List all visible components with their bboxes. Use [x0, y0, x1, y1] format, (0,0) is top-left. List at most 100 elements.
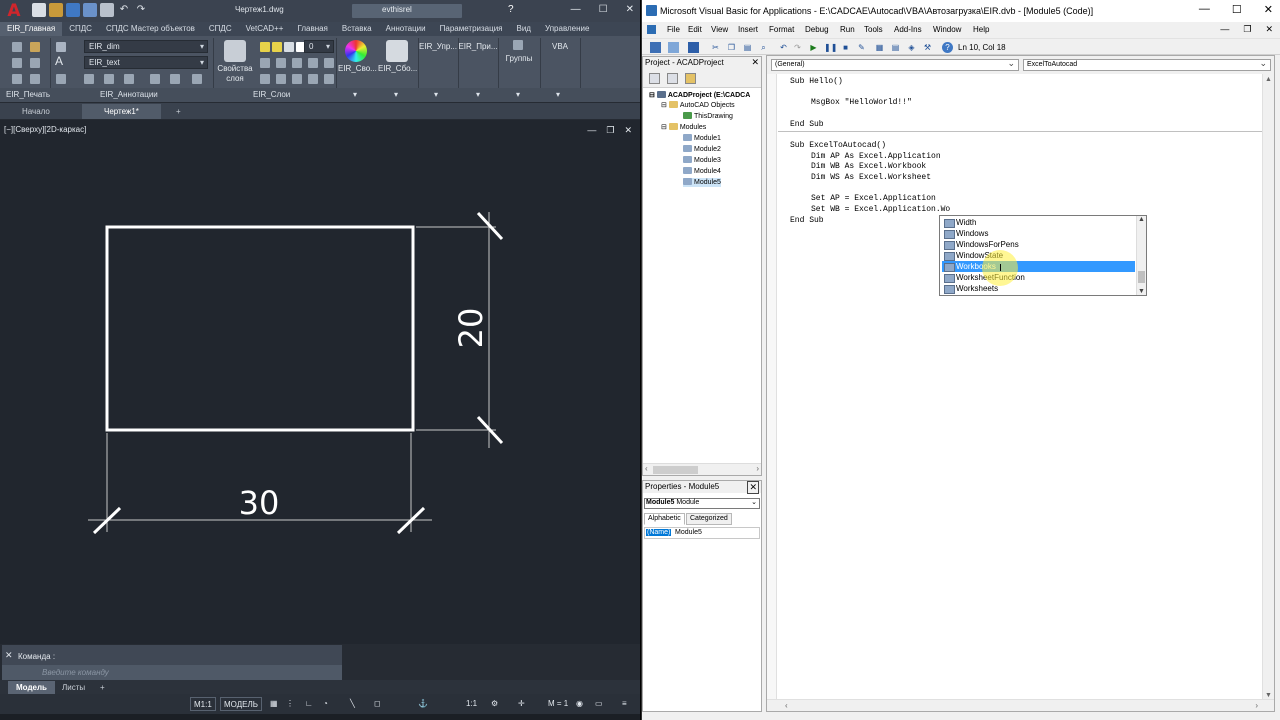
- ortho-icon[interactable]: ∟: [305, 697, 313, 711]
- project-explorer-icon[interactable]: ▦: [874, 42, 885, 53]
- annotation-monitor[interactable]: М = 1: [548, 697, 568, 711]
- redo-icon[interactable]: ↷: [792, 42, 803, 53]
- panel-label-annotations[interactable]: EIR_Аннотации: [100, 90, 158, 99]
- close-icon[interactable]: ✕: [751, 57, 759, 68]
- panel-expand-icon[interactable]: ▾: [556, 90, 560, 99]
- panel-label-layers[interactable]: EIR_Слои: [253, 90, 290, 99]
- panel-expand-icon[interactable]: ▾: [434, 90, 438, 99]
- model-space-toggle[interactable]: МОДЕЛЬ: [220, 697, 262, 711]
- add-tab-button[interactable]: +: [168, 104, 189, 119]
- view-host-icon[interactable]: [650, 42, 661, 53]
- layer-properties-button[interactable]: Свойства слоя: [214, 64, 256, 84]
- panel-expand-icon[interactable]: ▾: [394, 90, 398, 99]
- horizontal-scrollbar[interactable]: ‹ ›: [767, 699, 1274, 711]
- eir-pri-button[interactable]: EIR_При...: [458, 42, 498, 52]
- layer-tool-icon[interactable]: [260, 58, 270, 68]
- plus-icon[interactable]: ✛: [518, 697, 525, 711]
- tab-categorized[interactable]: Categorized: [686, 513, 732, 525]
- close-icon[interactable]: ✕: [626, 4, 634, 15]
- list-item[interactable]: Worksheets: [942, 283, 1135, 294]
- menu-app-icon[interactable]: [647, 25, 656, 34]
- minimize-icon[interactable]: —: [1199, 3, 1210, 16]
- cut-icon[interactable]: ✂: [710, 42, 721, 53]
- scroll-thumb[interactable]: [1138, 271, 1145, 283]
- code-line[interactable]: End Sub: [790, 216, 824, 225]
- menu-debug[interactable]: Debug: [805, 25, 829, 34]
- tree-node-root[interactable]: ⊟ ACADProject (E:\CADCA: [649, 91, 750, 100]
- dimstyle-combo[interactable]: EIR_dim: [84, 40, 208, 53]
- panel-expand-icon[interactable]: ▾: [476, 90, 480, 99]
- code-line[interactable]: Dim WB As Excel.Workbook: [811, 162, 926, 171]
- paste-icon[interactable]: ▤: [742, 42, 753, 53]
- menu-window[interactable]: Window: [933, 25, 961, 34]
- ribbon-tab[interactable]: EIR_Главная: [0, 22, 63, 36]
- tab-alphabetic[interactable]: Alphabetic: [644, 513, 685, 525]
- vba-button[interactable]: VBA: [540, 42, 580, 52]
- insert-module-icon[interactable]: [668, 42, 679, 53]
- layer-tool-icon[interactable]: [324, 74, 334, 84]
- help-icon[interactable]: ?: [508, 4, 514, 15]
- dimension-icon[interactable]: [56, 42, 66, 52]
- ribbon-tab[interactable]: СПДС Мастер объектов: [99, 22, 202, 36]
- menu-icon[interactable]: ≡: [622, 697, 627, 711]
- align-icon[interactable]: [170, 74, 180, 84]
- text-icon[interactable]: A: [55, 55, 63, 67]
- preview-icon[interactable]: [12, 74, 22, 84]
- minimize-icon[interactable]: —: [1220, 24, 1229, 35]
- maximize-icon[interactable]: ☐: [1232, 3, 1242, 16]
- isodraft-icon[interactable]: ╲: [350, 697, 355, 711]
- scroll-left-icon[interactable]: ‹: [785, 701, 788, 710]
- menu-file[interactable]: File: [667, 25, 680, 34]
- save-icon[interactable]: [66, 3, 80, 17]
- design-mode-icon[interactable]: ✎: [856, 42, 867, 53]
- redo-icon[interactable]: ↷: [134, 3, 148, 17]
- group-icon[interactable]: [513, 40, 523, 50]
- color-wheel-icon[interactable]: [345, 40, 367, 62]
- tree-node-module-selected[interactable]: Module5: [683, 178, 721, 187]
- layer-tool-icon[interactable]: [276, 58, 286, 68]
- layer-tool-icon[interactable]: [308, 74, 318, 84]
- menu-edit[interactable]: Edit: [688, 25, 702, 34]
- ribbon-tab[interactable]: СПДС: [202, 22, 239, 36]
- isolate-icon[interactable]: ◉: [576, 697, 583, 711]
- menu-insert[interactable]: Insert: [738, 25, 758, 34]
- ribbon-tab[interactable]: Управление: [538, 22, 596, 36]
- user-name[interactable]: evthisrel: [382, 5, 412, 14]
- drawing-viewport[interactable]: [−][Сверху][2D-каркас] — ❐ ✕ 20 30: [0, 120, 640, 644]
- annotation-scale[interactable]: 1:1: [466, 697, 477, 711]
- ribbon-tab[interactable]: Параметризация: [433, 22, 510, 36]
- object-browser-icon[interactable]: ◈: [906, 42, 917, 53]
- eir-manage-button[interactable]: EIR_Упр...: [418, 42, 458, 52]
- view-code-icon[interactable]: [649, 73, 660, 84]
- osnap-icon[interactable]: ◻: [374, 697, 381, 711]
- ribbon-tab[interactable]: VetCAD++: [239, 22, 291, 36]
- open-icon[interactable]: [49, 3, 63, 17]
- scroll-right-icon[interactable]: ›: [756, 464, 759, 473]
- menu-addins[interactable]: Add-Ins: [894, 25, 922, 34]
- panel-expand-icon[interactable]: ▾: [353, 90, 357, 99]
- list-scrollbar[interactable]: ▲ ▼: [1136, 216, 1146, 295]
- layer-tool-icon[interactable]: [276, 74, 286, 84]
- break-icon[interactable]: [124, 74, 134, 84]
- dim-text-horizontal[interactable]: 30: [239, 484, 280, 522]
- scale-indicator[interactable]: М1:1: [190, 697, 216, 711]
- scroll-thumb[interactable]: [653, 466, 698, 474]
- object-combo[interactable]: Module5 Module ⌄: [644, 498, 760, 509]
- command-input[interactable]: Введите команду: [2, 665, 342, 681]
- add-layout-button[interactable]: +: [92, 681, 113, 694]
- menu-view[interactable]: View: [711, 25, 728, 34]
- ribbon-tab[interactable]: Вставка: [335, 22, 379, 36]
- collect-icon[interactable]: [386, 40, 408, 62]
- ribbon-tab[interactable]: Аннотации: [379, 22, 433, 36]
- layer-properties-icon[interactable]: [224, 40, 246, 62]
- panel-label-print[interactable]: EIR_Печать: [6, 90, 50, 99]
- help-icon[interactable]: ?: [942, 42, 953, 53]
- eir-collect-button[interactable]: EIR_Сбо...: [378, 64, 417, 74]
- hardware-icon[interactable]: ▭: [595, 697, 603, 711]
- code-line[interactable]: MsgBox "HelloWorld!!": [811, 98, 912, 107]
- tree-node-autocad-objects[interactable]: ⊟ AutoCAD Objects: [661, 101, 735, 110]
- code-line[interactable]: Sub ExcelToAutocad(): [790, 141, 886, 150]
- close-icon[interactable]: ✕: [1265, 24, 1273, 35]
- scroll-down-icon[interactable]: ▼: [1265, 692, 1272, 699]
- bulb-icon[interactable]: [260, 42, 270, 52]
